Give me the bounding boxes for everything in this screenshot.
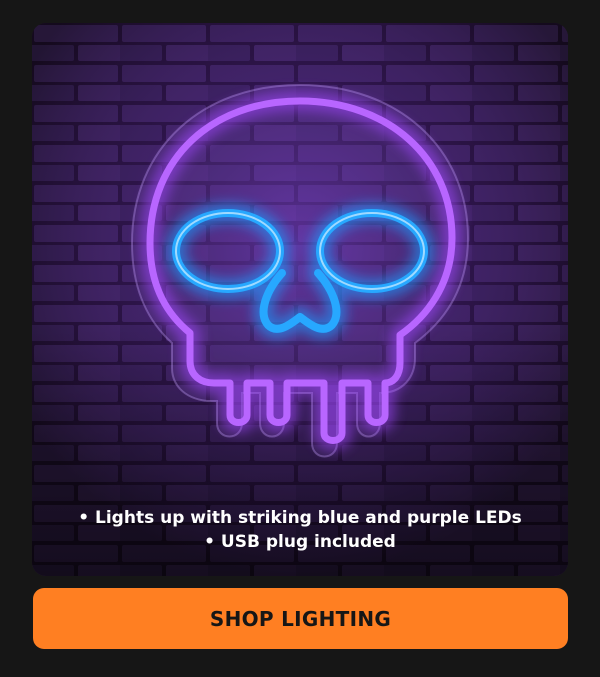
shop-lighting-label: SHOP LIGHTING [209,606,392,631]
email-product-card: • Lights up with striking blue and purpl… [0,0,600,677]
feature-bullet: • USB plug included [204,532,396,552]
shop-lighting-button[interactable]: SHOP LIGHTING [33,588,568,649]
product-image[interactable]: • Lights up with striking blue and purpl… [32,23,568,576]
product-features: • Lights up with striking blue and purpl… [32,506,568,554]
neon-skull-sign-icon [32,23,568,576]
feature-bullet: • Lights up with striking blue and purpl… [78,508,522,528]
